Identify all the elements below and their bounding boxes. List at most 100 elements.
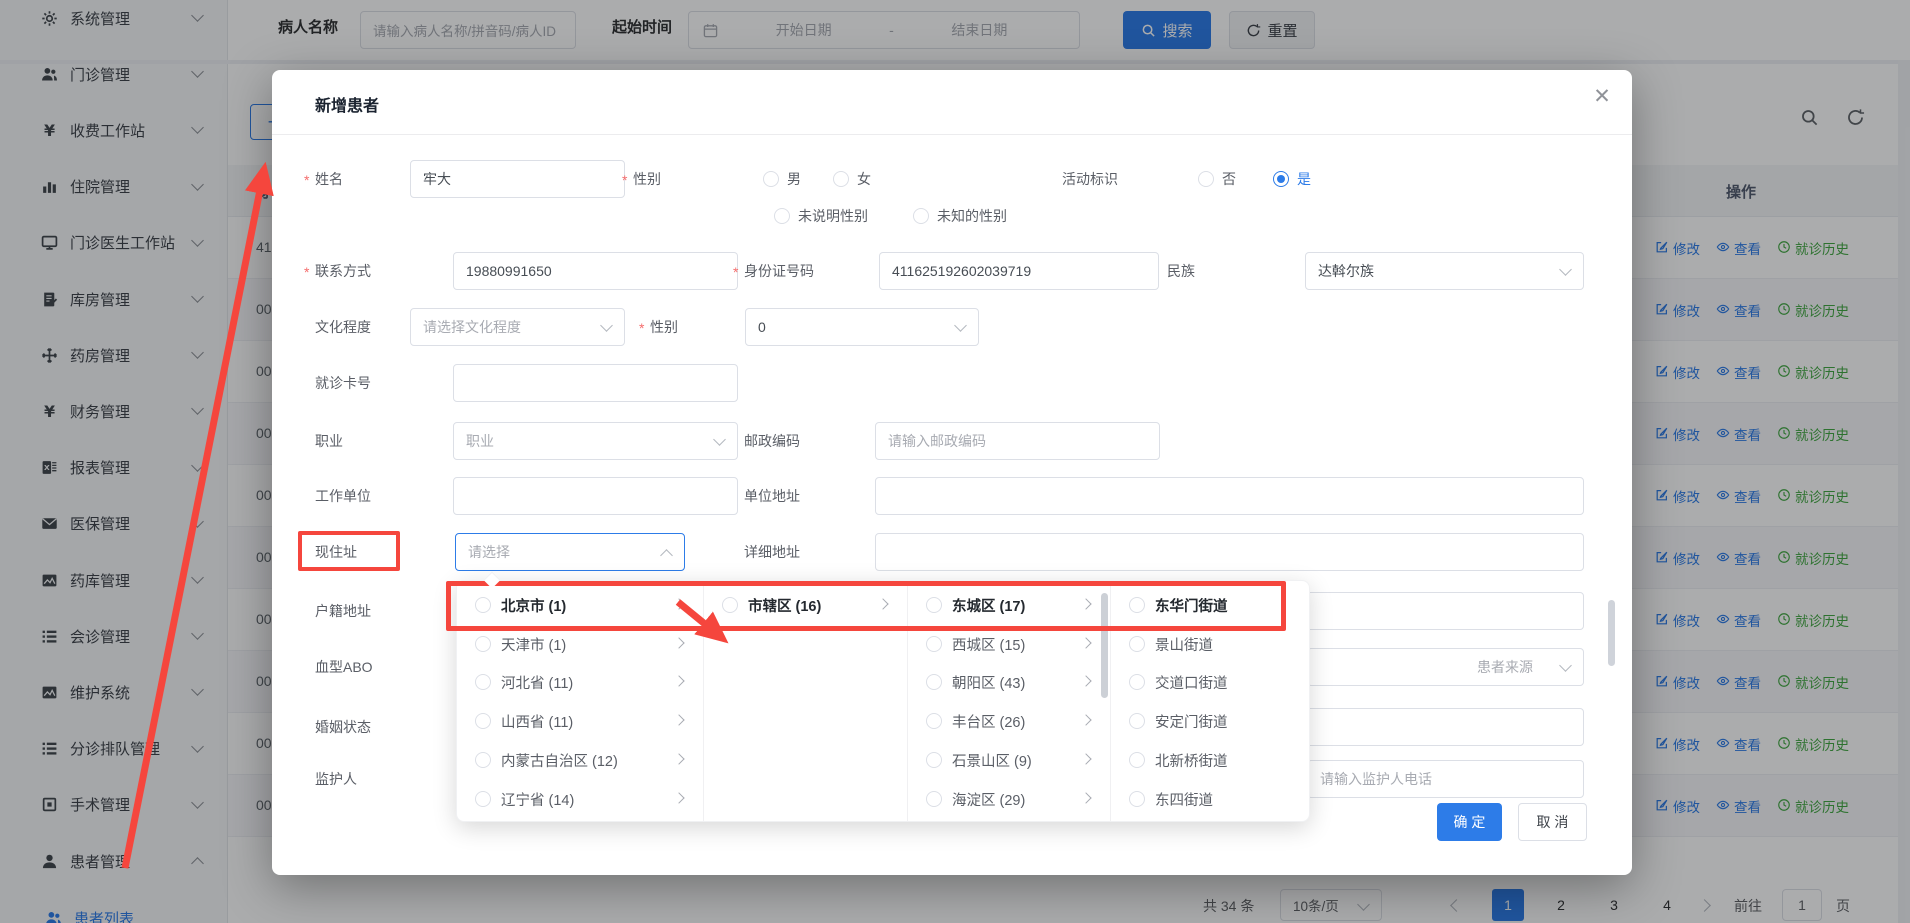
radio-icon[interactable] xyxy=(475,791,491,807)
cascader-option-label: 北新桥街道 xyxy=(1155,750,1228,771)
close-icon[interactable]: ✕ xyxy=(1588,82,1616,110)
cascader-column-2: 市辖区 (16) xyxy=(704,581,908,821)
gender-female-radio[interactable] xyxy=(833,171,849,187)
radio-icon[interactable] xyxy=(1129,791,1145,807)
radio-icon[interactable] xyxy=(926,713,942,729)
occupation-select[interactable]: 职业 xyxy=(453,422,738,460)
radio-icon[interactable] xyxy=(1129,636,1145,652)
chevron-right-icon xyxy=(1080,676,1091,687)
chevron-up-icon xyxy=(660,549,673,562)
occupation-label: 职业 xyxy=(315,431,343,451)
cascader-option[interactable]: 河北省 (11) xyxy=(457,663,703,701)
radio-icon[interactable] xyxy=(926,674,942,690)
radio-icon[interactable] xyxy=(475,597,491,613)
radio-icon[interactable] xyxy=(1129,597,1145,613)
active-yes-label: 是 xyxy=(1297,169,1311,189)
required-star: * xyxy=(639,317,644,337)
gender-male-radio[interactable] xyxy=(763,171,779,187)
cancel-button[interactable]: 取 消 xyxy=(1518,803,1587,841)
gender-unstated-radio[interactable] xyxy=(774,208,790,224)
id-number-label: 身份证号码 xyxy=(744,261,814,281)
guardian-label: 监护人 xyxy=(315,769,357,789)
id-number-input[interactable]: 411625192602039719 xyxy=(879,252,1159,290)
gender-female-label: 女 xyxy=(857,169,871,189)
cascader-option-label: 市辖区 (16) xyxy=(748,595,821,616)
guardian-phone-input[interactable]: 请输入监护人电话 xyxy=(1307,760,1584,798)
radio-icon[interactable] xyxy=(926,597,942,613)
name-input[interactable]: 牢大 xyxy=(410,160,625,198)
education-select[interactable]: 请选择文化程度 xyxy=(410,308,625,346)
marital-label: 婚姻状态 xyxy=(315,717,371,737)
chevron-right-icon xyxy=(673,637,684,648)
chevron-right-icon xyxy=(1080,637,1091,648)
name-value: 牢大 xyxy=(423,169,451,189)
cascader-option[interactable]: 东华门街道 xyxy=(1111,586,1311,624)
radio-icon[interactable] xyxy=(926,636,942,652)
work-address-input[interactable] xyxy=(875,477,1584,515)
cascader-option[interactable]: 东城区 (17) xyxy=(908,586,1110,624)
contact-input[interactable]: 19880991650 xyxy=(453,252,738,290)
cascader-option[interactable]: 交道口街道 xyxy=(1111,663,1311,701)
postal-input[interactable]: 请输入邮政编码 xyxy=(875,422,1160,460)
cascader-option[interactable]: 辽宁省 (14) xyxy=(457,780,703,818)
radio-icon[interactable] xyxy=(1129,713,1145,729)
cascader-option[interactable]: 天津市 (1) xyxy=(457,625,703,663)
chevron-right-icon xyxy=(1080,753,1091,764)
radio-icon[interactable] xyxy=(1129,752,1145,768)
cascader-option[interactable]: 石景山区 (9) xyxy=(908,741,1110,779)
chevron-right-icon xyxy=(673,714,684,725)
gender-unknown-label: 未知的性别 xyxy=(937,206,1007,226)
contact-value: 19880991650 xyxy=(466,263,552,279)
detail-address-input[interactable] xyxy=(875,533,1584,571)
modal-scrollbar[interactable] xyxy=(1608,600,1615,666)
cascader-option[interactable]: 北新桥街道 xyxy=(1111,741,1311,779)
work-unit-input[interactable] xyxy=(453,477,738,515)
ethnicity-value: 达斡尔族 xyxy=(1318,261,1374,281)
cascader-option-label: 石景山区 (9) xyxy=(952,750,1032,771)
cascader-option[interactable]: 东四街道 xyxy=(1111,780,1311,818)
cascader-option[interactable]: 丰台区 (26) xyxy=(908,702,1110,740)
cascader-scrollbar[interactable] xyxy=(1101,593,1108,698)
card-no-input[interactable] xyxy=(453,364,738,402)
radio-icon[interactable] xyxy=(926,752,942,768)
current-address-cascader[interactable]: 请选择 xyxy=(455,533,685,571)
chevron-right-icon xyxy=(673,753,684,764)
postal-placeholder: 请输入邮政编码 xyxy=(888,431,986,451)
cascader-option[interactable]: 朝阳区 (43) xyxy=(908,663,1110,701)
required-star: * xyxy=(622,169,627,189)
confirm-button[interactable]: 确 定 xyxy=(1437,803,1502,841)
radio-icon[interactable] xyxy=(475,636,491,652)
card-no-label: 就诊卡号 xyxy=(315,373,371,393)
cascader-option[interactable]: 西城区 (15) xyxy=(908,625,1110,663)
cascader-option[interactable]: 海淀区 (29) xyxy=(908,780,1110,818)
chevron-down-icon xyxy=(1559,263,1572,276)
education-label: 文化程度 xyxy=(315,317,371,337)
chevron-down-icon xyxy=(954,319,967,332)
cascader-option[interactable]: 山西省 (11) xyxy=(457,702,703,740)
address-cascader-dropdown: 北京市 (1) 天津市 (1) 河北省 (11)山西省 (11)内蒙古自治区 (12… xyxy=(456,580,1310,822)
cascader-column-1: 北京市 (1) 天津市 (1) 河北省 (11)山西省 (11)内蒙古自治区 (12… xyxy=(457,581,704,821)
gender-label: 性别 xyxy=(633,169,661,189)
cascader-option[interactable]: 安定门街道 xyxy=(1111,702,1311,740)
active-no-radio[interactable] xyxy=(1198,171,1214,187)
cascader-option-label: 天津市 (1) xyxy=(501,634,566,655)
modal-divider xyxy=(272,134,1632,135)
radio-icon[interactable] xyxy=(722,597,738,613)
radio-icon[interactable] xyxy=(926,791,942,807)
patient-source-select[interactable]: 患者来源 xyxy=(1307,648,1584,686)
gender-unknown-radio[interactable] xyxy=(913,208,929,224)
gender2-select[interactable]: 0 xyxy=(745,308,979,346)
cascader-option[interactable]: 北京市 (1) xyxy=(457,586,703,624)
cascader-option[interactable]: 景山街道 xyxy=(1111,625,1311,663)
ethnicity-select[interactable]: 达斡尔族 xyxy=(1305,252,1584,290)
radio-icon[interactable] xyxy=(475,674,491,690)
active-yes-radio[interactable] xyxy=(1273,171,1289,187)
name-label: 姓名 xyxy=(315,169,343,189)
radio-icon[interactable] xyxy=(1129,674,1145,690)
radio-icon[interactable] xyxy=(475,752,491,768)
cascader-option[interactable]: 市辖区 (16) xyxy=(704,586,907,624)
cascader-option[interactable]: 内蒙古自治区 (12) xyxy=(457,741,703,779)
chevron-right-icon xyxy=(1080,714,1091,725)
radio-icon[interactable] xyxy=(475,713,491,729)
guardian-phone-placeholder: 请输入监护人电话 xyxy=(1320,769,1432,789)
